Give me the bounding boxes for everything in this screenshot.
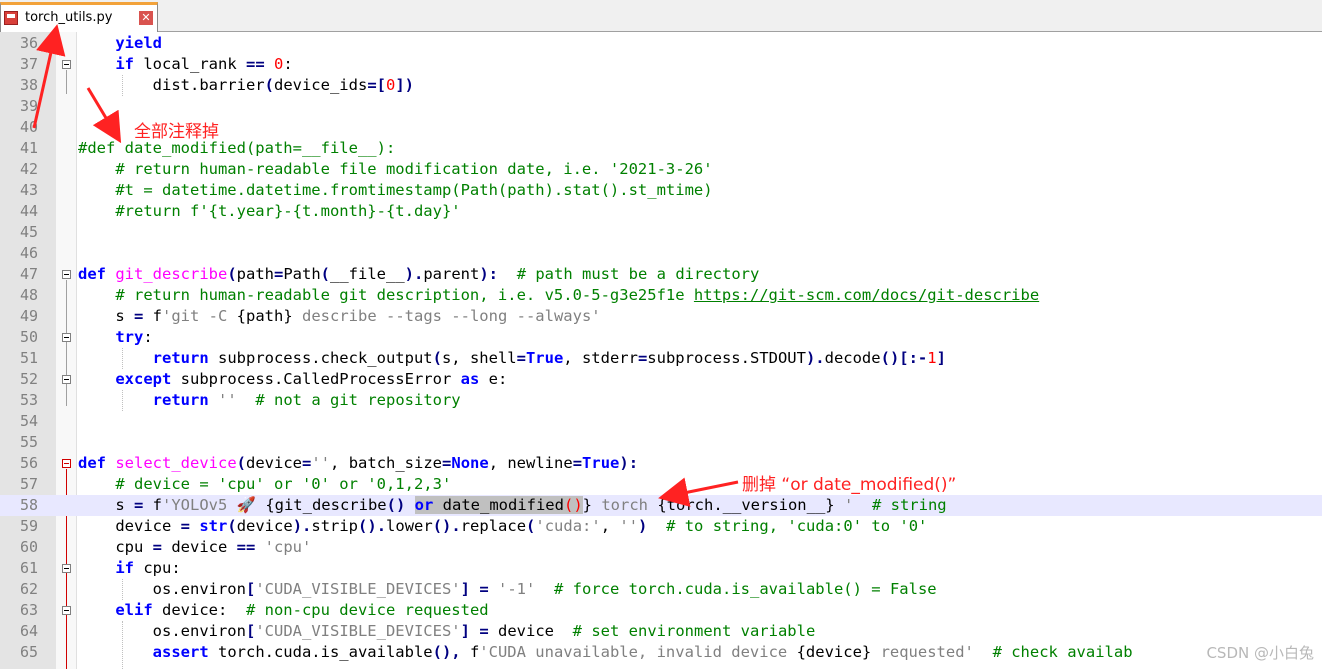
code-line: 44 #return f'{t.year}-{t.month}-{t.day}' — [0, 201, 1322, 222]
code-line: 42 # return human-readable file modifica… — [0, 159, 1322, 180]
code-line: 56 def select_device(device='', batch_siz… — [0, 453, 1322, 474]
code-text: dist.barrier(device_ids=[0]) — [78, 76, 414, 94]
code-text: os.environ['CUDA_VISIBLE_DEVICES'] = dev… — [78, 622, 816, 640]
code-text: #t = datetime.datetime.fromtimestamp(Pat… — [78, 181, 713, 199]
code-text: os.environ['CUDA_VISIBLE_DEVICES'] = '-1… — [78, 580, 937, 598]
line-number: 49 — [19, 307, 38, 325]
line-number: 43 — [19, 181, 38, 199]
code-line: 61 if cpu: — [0, 558, 1322, 579]
code-line: 65 assert torch.cuda.is_available(), f'C… — [0, 642, 1322, 663]
code-line: 47 def git_describe(path=Path(__file__).p… — [0, 264, 1322, 285]
code-text: if local_rank == 0: — [115, 55, 293, 73]
code-text: #def date_modified(path=__file__): — [78, 139, 396, 157]
code-line: 50 try: — [0, 327, 1322, 348]
line-number: 51 — [19, 349, 38, 367]
code-line: 38 dist.barrier(device_ids=[0]) — [0, 75, 1322, 96]
annotation-delete-hint: 删掉 “or date_modified()” — [742, 475, 957, 495]
watermark: CSDN @小白兔 — [1206, 644, 1314, 662]
line-number: 42 — [19, 160, 38, 178]
code-line-current: 58 s = f'YOLOv5 🚀 {git_describe() or dat… — [0, 495, 1322, 516]
line-number: 58 — [19, 496, 38, 514]
code-line: 36 yield — [0, 33, 1322, 54]
line-number: 57 — [19, 475, 38, 493]
line-number: 60 — [19, 538, 38, 556]
code-text: def git_describe(path=Path(__file__).par… — [78, 265, 760, 283]
line-number: 59 — [19, 517, 38, 535]
code-line: 55 — [0, 432, 1322, 453]
line-number: 61 — [19, 559, 38, 577]
line-number: 46 — [19, 244, 38, 262]
line-number: 47 — [19, 265, 38, 283]
code-line: 53 return '' # not a git repository — [0, 390, 1322, 411]
line-number: 39 — [19, 97, 38, 115]
annotation-comment-out: 全部注释掉 — [134, 122, 219, 142]
code-line: 60 cpu = device == 'cpu' — [0, 537, 1322, 558]
code-line: 63 elif device: # non-cpu device request… — [0, 600, 1322, 621]
line-number: 40 — [19, 118, 38, 136]
code-text: # return human-readable file modificatio… — [78, 160, 713, 178]
code-text: try: — [115, 328, 153, 346]
code-text: # return human-readable git description,… — [78, 286, 1040, 304]
code-line: 59 device = str(device).strip().lower().… — [0, 516, 1322, 537]
line-number: 64 — [19, 622, 38, 640]
code-line: 49 s = f'git -C {path} describe --tags -… — [0, 306, 1322, 327]
line-number: 54 — [19, 412, 38, 430]
code-line: 51 return subprocess.check_output(s, she… — [0, 348, 1322, 369]
line-number: 62 — [19, 580, 38, 598]
close-icon[interactable]: ✕ — [139, 11, 153, 25]
line-number: 56 — [19, 454, 38, 472]
tab-filename: torch_utils.py — [25, 10, 113, 25]
code-line: 45 — [0, 222, 1322, 243]
code-text: yield — [115, 34, 162, 52]
code-text: s = f'YOLOv5 🚀 {git_describe() or date_m… — [78, 496, 947, 514]
code-text: except subprocess.CalledProcessError as … — [115, 370, 508, 388]
code-text: #return f'{t.year}-{t.month}-{t.day}' — [78, 202, 461, 220]
code-text: cpu = device == 'cpu' — [78, 538, 312, 556]
code-text: # device = 'cpu' or '0' or '0,1,2,3' — [78, 475, 452, 493]
code-line: 46 — [0, 243, 1322, 264]
code-line: 48 # return human-readable git descripti… — [0, 285, 1322, 306]
line-number: 52 — [19, 370, 38, 388]
line-number: 50 — [19, 328, 38, 346]
floppy-disk-icon — [4, 11, 18, 25]
code-text: return subprocess.check_output(s, shell=… — [152, 349, 946, 367]
line-number: 38 — [19, 76, 38, 94]
line-number: 48 — [19, 286, 38, 304]
code-line: 57 # device = 'cpu' or '0' or '0,1,2,3' — [0, 474, 1322, 495]
code-line: 39 — [0, 96, 1322, 117]
line-number: 36 — [19, 34, 38, 52]
code-line: 64 os.environ['CUDA_VISIBLE_DEVICES'] = … — [0, 621, 1322, 642]
line-number: 45 — [19, 223, 38, 241]
line-number: 55 — [19, 433, 38, 451]
code-line: 54 — [0, 411, 1322, 432]
code-text: device = str(device).strip().lower().rep… — [78, 517, 928, 535]
tab-bar: torch_utils.py ✕ — [0, 0, 1322, 32]
code-text: return '' # not a git repository — [152, 391, 461, 409]
line-number: 63 — [19, 601, 38, 619]
code-text: def select_device(device='', batch_size=… — [78, 454, 639, 472]
line-number: 44 — [19, 202, 38, 220]
code-line: 37 if local_rank == 0: — [0, 54, 1322, 75]
line-number: 37 — [19, 55, 38, 73]
code-text: elif device: # non-cpu device requested — [115, 601, 489, 619]
code-text: if cpu: — [115, 559, 181, 577]
line-number: 53 — [19, 391, 38, 409]
code-line: 43 #t = datetime.datetime.fromtimestamp(… — [0, 180, 1322, 201]
file-tab[interactable]: torch_utils.py ✕ — [0, 2, 158, 32]
code-text: s = f'git -C {path} describe --tags --lo… — [78, 307, 601, 325]
line-number: 41 — [19, 139, 38, 157]
line-number: 65 — [19, 643, 38, 661]
code-text: assert torch.cuda.is_available(), f'CUDA… — [152, 643, 1133, 661]
code-line: 52 except subprocess.CalledProcessError … — [0, 369, 1322, 390]
code-line: 62 os.environ['CUDA_VISIBLE_DEVICES'] = … — [0, 579, 1322, 600]
